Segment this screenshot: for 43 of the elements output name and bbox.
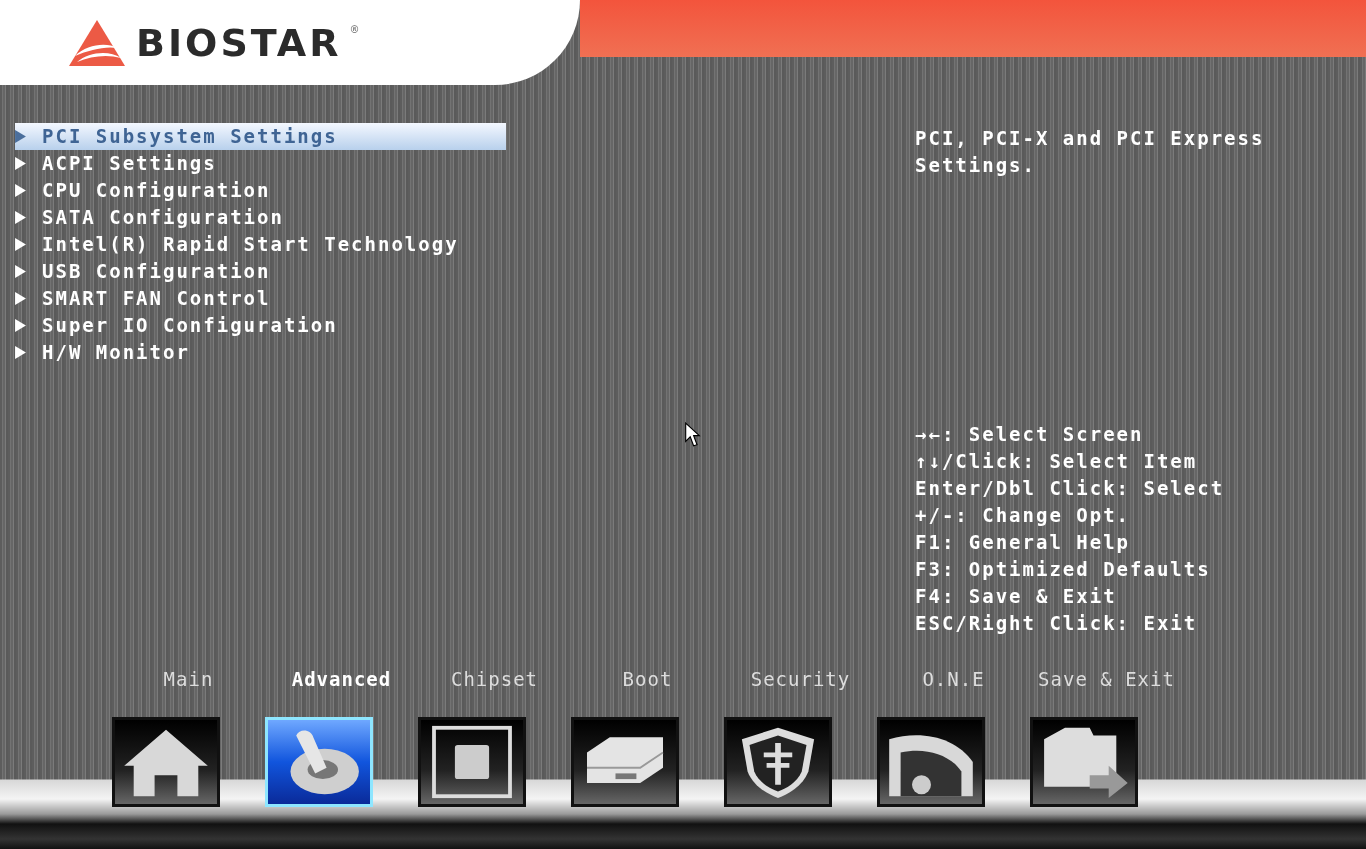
tab[interactable]: Chipset [418, 668, 571, 690]
menu-item[interactable]: Super IO Configuration [15, 312, 344, 339]
tab-tile-button[interactable] [724, 717, 832, 807]
key-hint: →←: Select Screen [915, 422, 1145, 447]
menu-item[interactable]: Intel(R) Rapid Start Technology [15, 231, 465, 258]
triangle-right-icon [15, 130, 26, 143]
triangle-right-icon [15, 157, 26, 170]
tab-tile-button[interactable] [418, 717, 526, 807]
key-hint: F1: General Help [915, 530, 1132, 555]
menu-item[interactable]: H/W Monitor [15, 339, 196, 366]
registered-mark: ® [349, 24, 360, 35]
tab[interactable]: O.N.E [877, 668, 1030, 690]
tab[interactable]: Advanced [265, 668, 418, 690]
tab-tile-button[interactable] [877, 717, 985, 807]
menu-item[interactable]: SATA Configuration [15, 204, 290, 231]
menu-item[interactable]: PCI Subsystem Settings [15, 123, 506, 150]
triangle-right-icon [15, 238, 26, 251]
key-hint: ↑↓/Click: Select Item [915, 449, 1199, 474]
triangle-right-icon [15, 265, 26, 278]
tab-tile-button[interactable] [112, 717, 220, 807]
key-hint: Enter/Dbl Click: Select [915, 476, 1226, 501]
mouse-pointer-icon [684, 422, 701, 447]
key-hint: +/-: Change Opt. [915, 503, 1132, 528]
menu-item[interactable]: CPU Configuration [15, 177, 277, 204]
menu-item[interactable]: USB Configuration [15, 258, 277, 285]
tab[interactable]: Security [724, 668, 877, 690]
tab-tile-button[interactable] [571, 717, 679, 807]
tab-tile-button[interactable] [1030, 717, 1138, 807]
key-hint: F4: Save & Exit [915, 584, 1118, 609]
triangle-right-icon [15, 211, 26, 224]
menu-item[interactable]: ACPI Settings [15, 150, 223, 177]
triangle-right-icon [15, 319, 26, 332]
menu-item[interactable]: SMART FAN Control [15, 285, 277, 312]
key-hint: ESC/Right Click: Exit [915, 611, 1199, 636]
triangle-right-icon [15, 292, 26, 305]
tab[interactable]: Boot [571, 668, 724, 690]
triangle-right-icon [15, 184, 26, 197]
brand-logo: BIOSTAR [136, 20, 342, 65]
help-description: PCI, PCI-X and PCI Express Settings. [915, 126, 1266, 178]
tab[interactable]: Save & Exit [1030, 668, 1183, 690]
triangle-right-icon [15, 346, 26, 359]
tab[interactable]: Main [112, 668, 265, 690]
key-hint: F3: Optimized Defaults [915, 557, 1212, 582]
